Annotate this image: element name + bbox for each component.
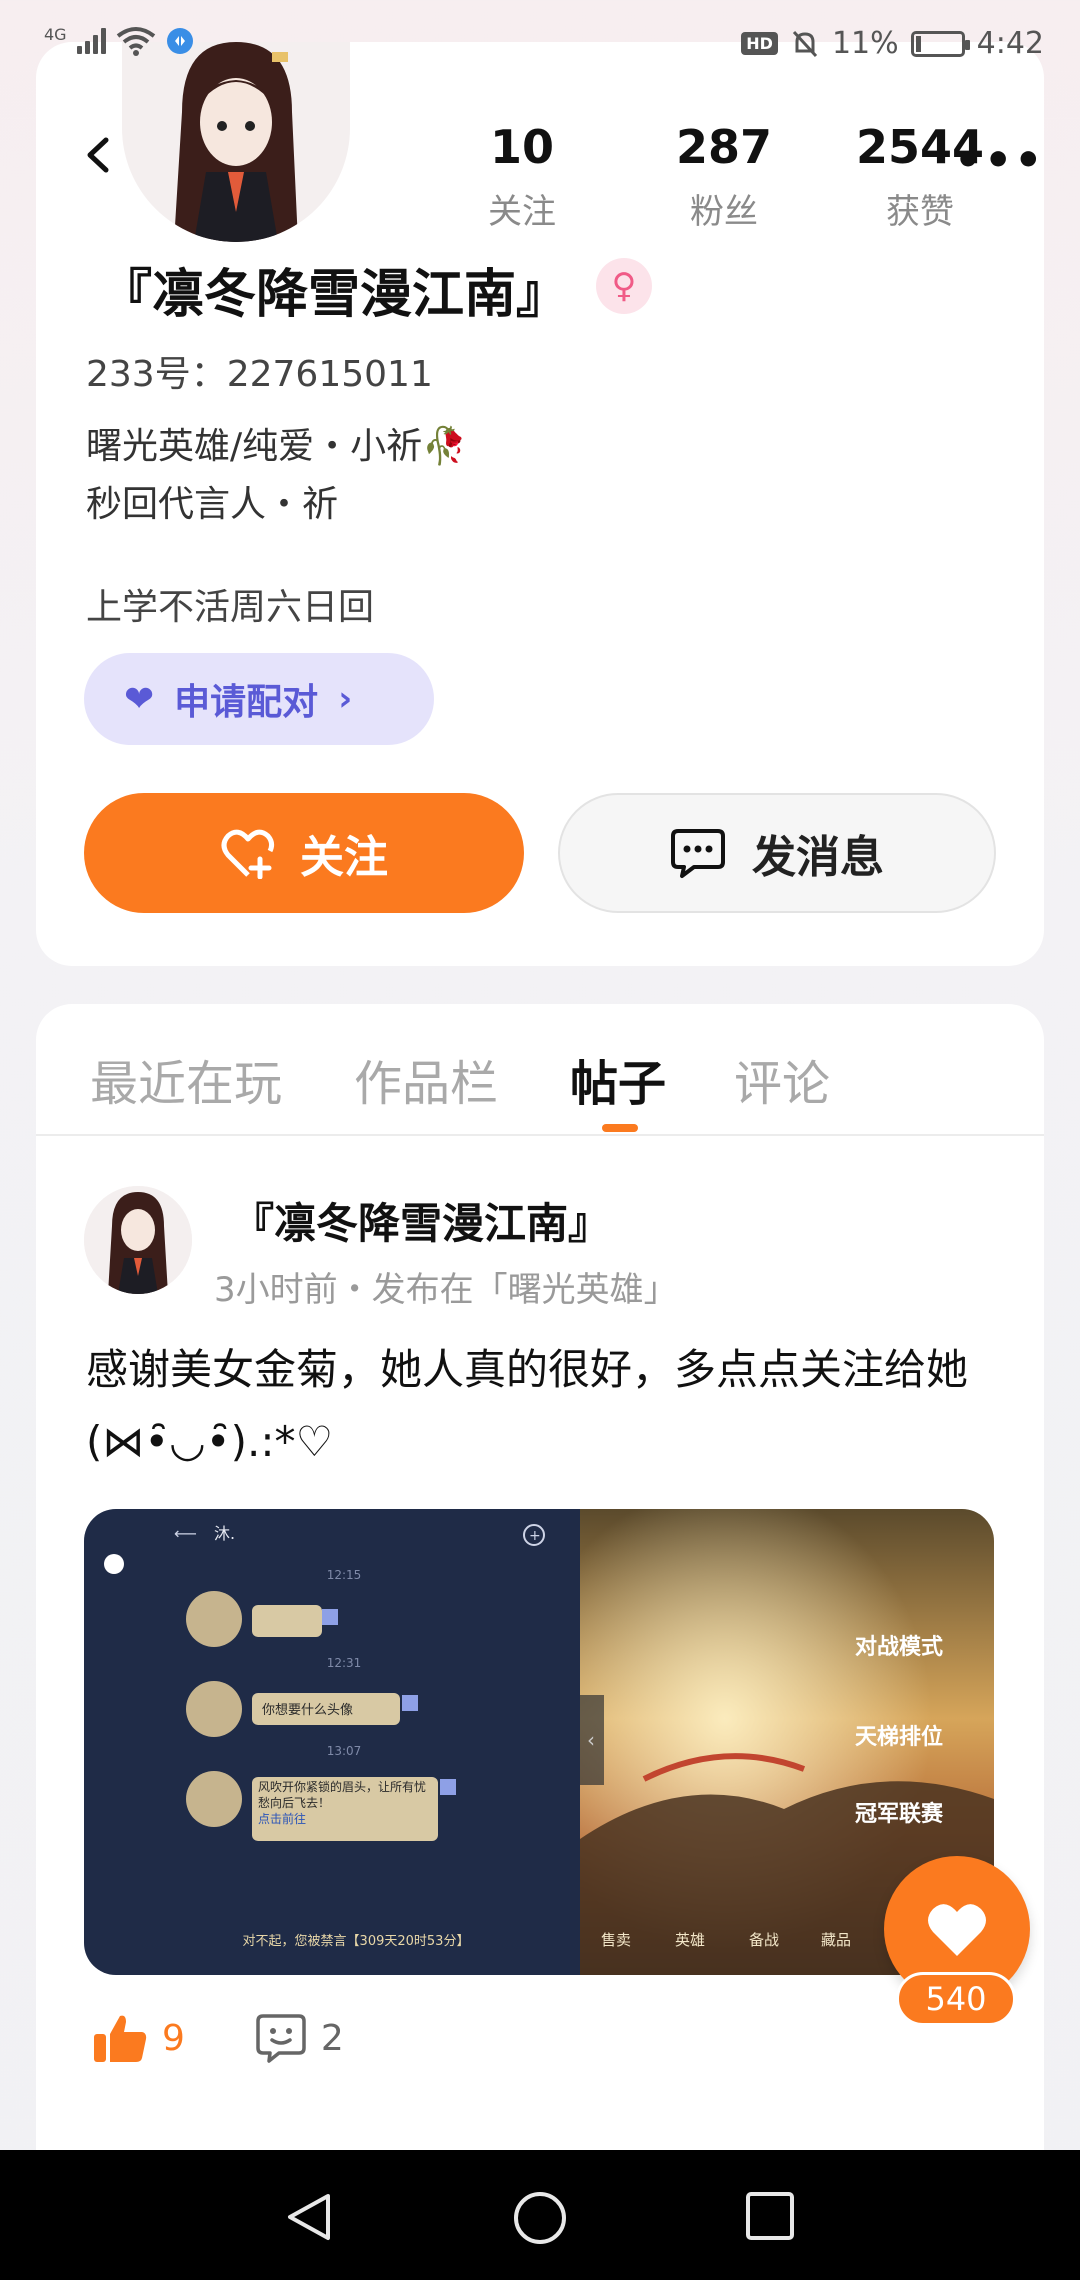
- post-actions: 9 2: [92, 2012, 344, 2064]
- stat-fans-value: 287: [675, 120, 773, 174]
- battery-icon: [910, 30, 970, 57]
- floating-like-count: 540: [896, 1972, 1016, 2026]
- profile-card: 10 关注 287 粉丝 2544 获赞 ••• 『凛冬降雪漫江南』 ♀ 233…: [36, 42, 1044, 966]
- post-text: 感谢美女金菊，她人真的很好，多点点关注给她(⋈•̑◡•̑).:*♡: [86, 1345, 969, 1466]
- stat-likes-label: 获赞: [886, 192, 954, 232]
- network-type: 4G: [44, 24, 67, 44]
- broken-heart-icon: ❤: [124, 678, 155, 720]
- tab-comments[interactable]: 评论: [734, 1044, 830, 1114]
- svg-text:‹: ‹: [587, 1728, 595, 1752]
- post-author-avatar[interactable]: [84, 1186, 192, 1294]
- content-card: 最近在玩 作品栏 帖子 评论 『凛冬降雪漫江南』 3小时前・发布在「曙光英雄」 …: [36, 1004, 1044, 2280]
- status-bar: 4G HD 11% 4:42: [0, 0, 1080, 88]
- post-meta: 3小时前・发布在「曙光英雄」: [214, 1270, 678, 1310]
- app-notification-icon: [166, 28, 193, 54]
- image-bottom-tab: 备战: [749, 1931, 779, 1949]
- tab-posts[interactable]: 帖子: [570, 1044, 666, 1114]
- user-id: 233号：227615011: [86, 354, 433, 395]
- like-count: 9: [162, 2017, 185, 2059]
- thumbs-up-icon: [94, 2015, 147, 2062]
- image-bubble-link: 点击前往: [258, 1812, 307, 1826]
- stat-fans-label: 粉丝: [690, 192, 758, 232]
- image-bubble-text: 你想要什么头像: [262, 1702, 353, 1718]
- female-icon: ♀: [596, 258, 652, 314]
- clock: 4:42: [976, 26, 1044, 61]
- wifi-icon: [116, 27, 155, 56]
- image-bottom-tab: 售卖: [601, 1931, 631, 1949]
- chevron-right-icon: ›: [338, 679, 353, 719]
- back-icon[interactable]: [74, 130, 124, 180]
- bio: 曙光英雄/纯爱・小祈🥀 秒回代言人・祈: [86, 418, 467, 534]
- image-chat-back: ⟵: [174, 1524, 197, 1543]
- image-bottom-tab: 英雄: [675, 1931, 705, 1949]
- nav-recents-icon[interactable]: [744, 2190, 796, 2242]
- profile-note: 上学不活周六日回: [86, 587, 375, 628]
- image-time: 12:15: [327, 1568, 362, 1582]
- comment-count: 2: [320, 2017, 344, 2059]
- nav-home-icon[interactable]: [512, 2190, 568, 2246]
- like-button[interactable]: 9: [92, 2012, 185, 2064]
- bio-line: 秒回代言人・祈: [86, 484, 339, 525]
- post-image[interactable]: ‹ ⟵ 沐. + 12:15 12:31 你想要什么头像 13:07 风吹开你紧…: [84, 1509, 994, 1975]
- stat-fans[interactable]: 287 粉丝: [654, 120, 794, 233]
- send-message-button[interactable]: 发消息: [558, 793, 996, 913]
- status-left: 4G: [44, 24, 194, 56]
- stat-following[interactable]: 10 关注: [452, 120, 592, 233]
- profile-name: 『凛冬降雪漫江南』: [100, 265, 569, 325]
- profile-tabs: 最近在玩 作品栏 帖子 评论: [36, 1004, 1044, 1136]
- image-time: 12:31: [327, 1656, 362, 1670]
- image-ban-notice: 对不起，您被禁言【309天20时53分】: [243, 1933, 470, 1949]
- more-options-icon[interactable]: •••: [954, 139, 1044, 183]
- image-bottom-tab: 藏品: [821, 1931, 851, 1949]
- stat-following-value: 10: [489, 120, 554, 174]
- system-nav-bar: [0, 2150, 1080, 2280]
- hd-badge: HD: [741, 32, 778, 55]
- image-menu-item: 冠军联赛: [855, 1801, 944, 1827]
- signal-icon: [76, 28, 106, 54]
- image-menu-item: 对战模式: [855, 1634, 943, 1660]
- comment-face-icon: [256, 2014, 306, 2063]
- follow-button[interactable]: 关注: [84, 793, 524, 913]
- image-time: 13:07: [327, 1744, 362, 1758]
- mute-bell-icon: [792, 30, 818, 57]
- battery-percent: 11%: [831, 26, 899, 61]
- image-bubble-text: 风吹开你紧锁的眉头，让所有忧愁向后飞去！: [258, 1780, 427, 1810]
- follow-label: 关注: [300, 832, 388, 883]
- svg-text:+: +: [529, 1528, 541, 1544]
- image-menu-item: 天梯排位: [855, 1724, 943, 1750]
- comment-button[interactable]: 2: [255, 2012, 344, 2064]
- chat-bubble-icon: [671, 829, 725, 878]
- stat-following-label: 关注: [488, 192, 556, 232]
- tab-recently-played[interactable]: 最近在玩: [90, 1044, 282, 1114]
- status-right: HD 11% 4:42: [741, 26, 1044, 61]
- tab-works[interactable]: 作品栏: [354, 1044, 498, 1114]
- heart-icon: [928, 1904, 986, 1956]
- pair-request-button[interactable]: ❤ 申请配对 ›: [84, 653, 434, 745]
- nav-back-icon[interactable]: [282, 2190, 336, 2244]
- image-chat-header: 沐.: [214, 1524, 235, 1543]
- bio-line: 曙光英雄/纯爱・小祈🥀: [86, 426, 467, 467]
- send-message-label: 发消息: [752, 832, 884, 883]
- post-author-name[interactable]: 『凛冬降雪漫江南』: [232, 1190, 610, 1251]
- heart-plus-icon: [221, 829, 275, 879]
- pair-request-label: 申请配对: [174, 682, 319, 723]
- active-tab-indicator: [602, 1124, 638, 1132]
